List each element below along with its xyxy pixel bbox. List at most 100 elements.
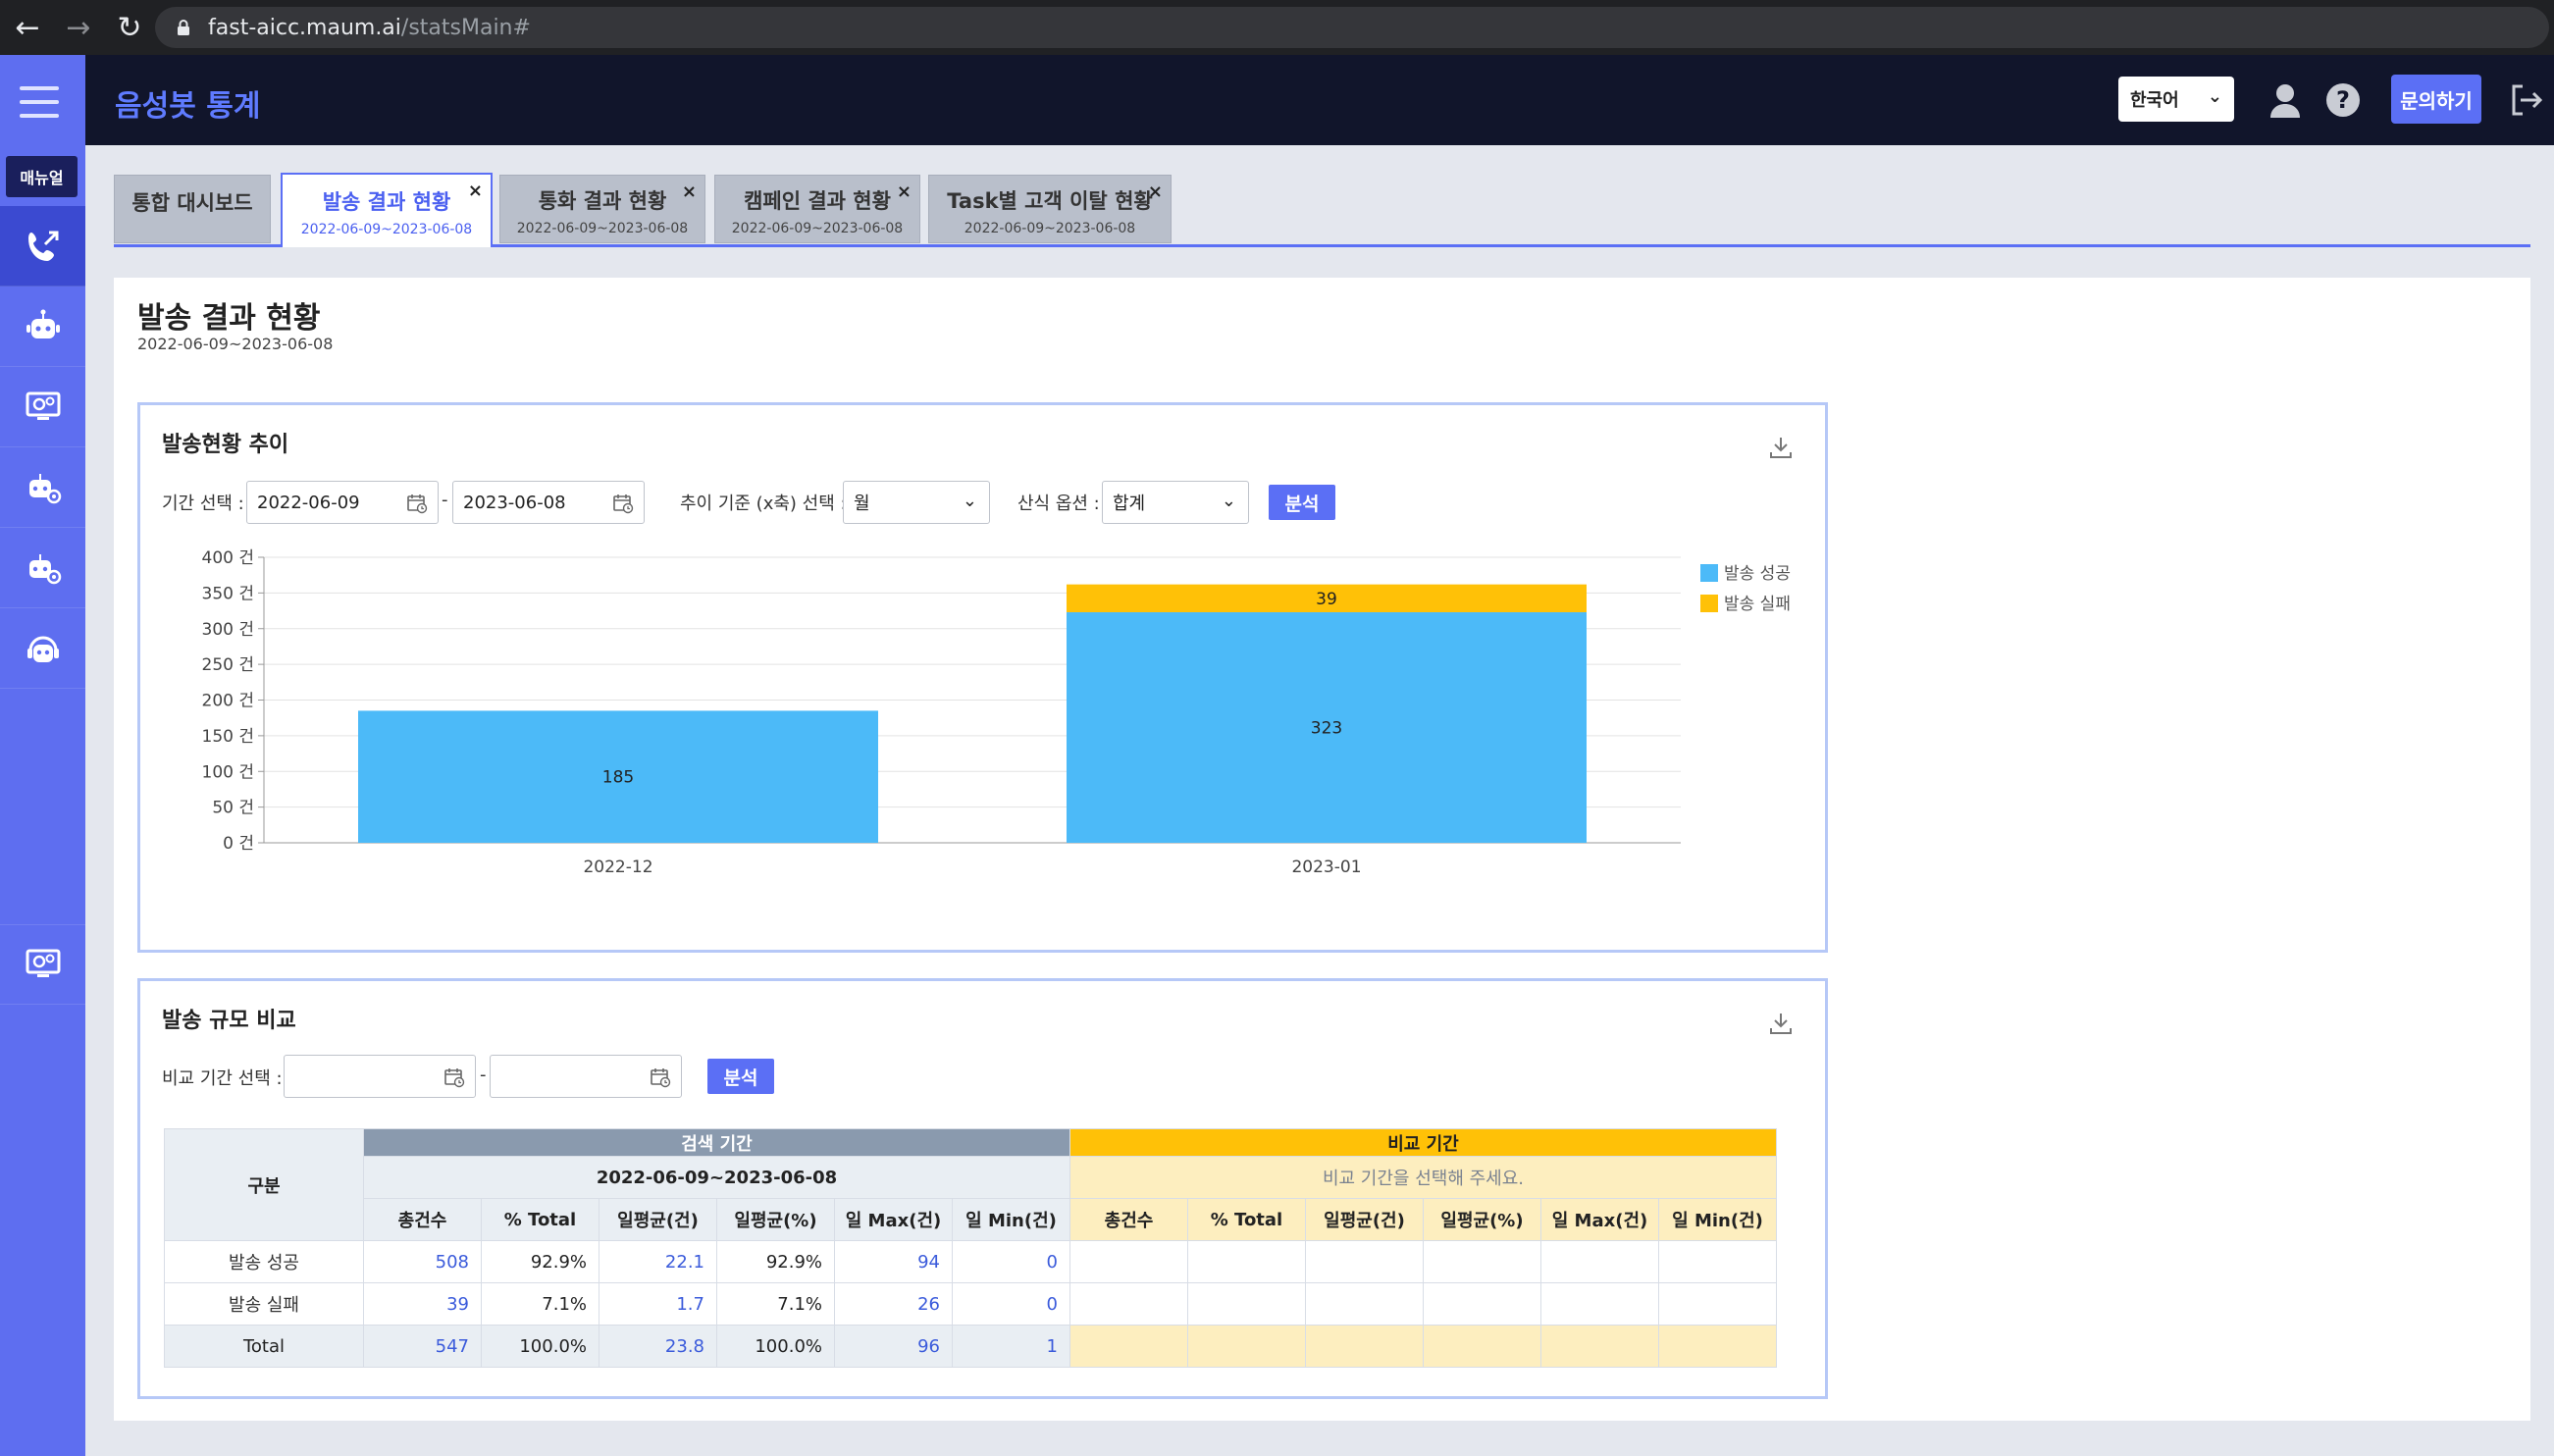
legend-label: 발송 실패	[1724, 595, 1791, 614]
row-label: 발송 실패	[164, 1282, 364, 1326]
tab-label: 통화 결과 현황	[538, 189, 667, 213]
manual-button[interactable]: 매뉴얼	[6, 156, 78, 197]
compare-cell	[1540, 1282, 1659, 1326]
tab-label: 통합 대시보드	[131, 191, 253, 215]
tab-campaign-result[interactable]: 캠페인 결과 현황 2022-06-09~2023-06-08 ×	[714, 175, 920, 243]
help-icon[interactable]: ?	[2323, 80, 2363, 120]
trend-card: 발송현황 추이 기간 선택 : 2022-06-09 - 2023-06-08 …	[137, 402, 1828, 953]
trend-bar-chart: 0 건 50 건 100 건 150 건 200 건 250 건 300 건 350 건 400…	[202, 548, 1791, 877]
column-header: 일평균(%)	[716, 1198, 835, 1241]
cell-value-link[interactable]: 94	[834, 1240, 953, 1283]
cell-value-link[interactable]: 508	[363, 1240, 482, 1283]
compare-analyze-button[interactable]: 분석	[707, 1059, 774, 1094]
compare-cell	[1069, 1282, 1188, 1326]
close-icon[interactable]: ×	[468, 181, 483, 201]
sidebar-item-call-stats[interactable]	[0, 206, 85, 286]
cell-value-link[interactable]: 1.7	[599, 1282, 717, 1326]
compare-cell	[1423, 1282, 1541, 1326]
tab-integrated-dashboard[interactable]: 통합 대시보드	[114, 175, 271, 243]
sidebar-item-bot-settings[interactable]	[0, 447, 85, 528]
tab-task-churn[interactable]: Task별 고객 이탈 현황 2022-06-09~2023-06-08 ×	[928, 175, 1172, 243]
app-title: 음성봇 통계	[115, 89, 261, 124]
sidebar-item-voicebot[interactable]	[0, 286, 85, 367]
compare-cell	[1423, 1240, 1541, 1283]
tab-date: 2022-06-09~2023-06-08	[300, 222, 473, 237]
sidebar-item-system[interactable]	[0, 924, 85, 1005]
compare-cell	[1658, 1325, 1777, 1368]
column-header: 총건수	[363, 1198, 482, 1241]
column-header: 일 Max(건)	[1540, 1198, 1659, 1241]
page-date-range: 2022-06-09~2023-06-08	[137, 335, 334, 353]
y-tick-label: 50 건	[212, 799, 254, 818]
page-title: 발송 결과 현황	[137, 301, 321, 336]
date-separator: -	[480, 1065, 487, 1085]
tab-label: Task별 고객 이탈 현황	[947, 189, 1153, 213]
compare-cell	[1305, 1325, 1424, 1368]
user-icon[interactable]	[2266, 80, 2305, 120]
cell-value-link[interactable]: 96	[834, 1325, 953, 1368]
compare-table: 구분 검색 기간 비교 기간 2022-06-09~2023-06-08 비교 …	[164, 1128, 1777, 1368]
legend-label: 발송 성공	[1724, 564, 1791, 584]
column-header: 일 Min(건)	[952, 1198, 1070, 1241]
cell-value-link[interactable]: 23.8	[599, 1325, 717, 1368]
column-header: 일평균(건)	[1305, 1198, 1424, 1241]
row-label: 발송 성공	[164, 1240, 364, 1283]
compare-cell	[1305, 1240, 1424, 1283]
logout-icon[interactable]	[2507, 80, 2546, 120]
sidebar-item-monitor[interactable]	[0, 367, 85, 447]
data-label: 39	[1316, 590, 1337, 609]
language-select[interactable]: 한국어 ⌄	[2118, 77, 2234, 122]
inquiry-button[interactable]: 문의하기	[2391, 75, 2481, 124]
calendar-icon[interactable]	[650, 1066, 671, 1088]
forward-button[interactable]: →	[55, 4, 102, 51]
browser-toolbar: ← → ↻ fast-aicc.maum.ai/statsMain#	[0, 0, 2554, 55]
monitor-gear-icon	[26, 949, 60, 977]
column-header: 일 Min(건)	[1658, 1198, 1777, 1241]
address-bar[interactable]: fast-aicc.maum.ai/statsMain#	[155, 7, 2549, 48]
language-value: 한국어	[2130, 90, 2179, 111]
y-tick-label: 250 건	[202, 655, 255, 675]
close-icon[interactable]: ×	[682, 182, 697, 202]
column-header: 총건수	[1069, 1198, 1188, 1241]
hamburger-menu-icon[interactable]	[20, 86, 59, 118]
compare-start-date-input[interactable]	[284, 1055, 476, 1098]
cell-value-link[interactable]: 547	[363, 1325, 482, 1368]
column-header: % Total	[481, 1198, 599, 1241]
sidebar-item-bot-gear[interactable]	[0, 528, 85, 608]
cell-value-link[interactable]: 0	[952, 1282, 1070, 1326]
sidebar-item-headset-bot[interactable]	[0, 608, 85, 689]
compare-card-title: 발송 규모 비교	[162, 1009, 296, 1033]
tab-call-result[interactable]: 통화 결과 현황 2022-06-09~2023-06-08 ×	[499, 175, 705, 243]
cell-value-link[interactable]: 1	[952, 1325, 1070, 1368]
table-row-total: Total 547 100.0% 23.8 100.0% 96 1	[164, 1325, 1777, 1368]
column-header: 일 Max(건)	[834, 1198, 953, 1241]
app-header: 음성봇 통계 한국어 ⌄ ? 문의하기	[85, 55, 2554, 145]
table-row: 발송 성공 508 92.9% 22.1 92.9% 94 0	[164, 1240, 1777, 1283]
compare-period-header: 비교 기간	[1069, 1128, 1777, 1157]
compare-end-date-input[interactable]	[490, 1055, 682, 1098]
site-info-icon[interactable]	[177, 19, 190, 36]
cell-value-link[interactable]: 0	[952, 1240, 1070, 1283]
close-icon[interactable]: ×	[897, 182, 912, 202]
cell-value: 100.0%	[716, 1325, 835, 1368]
search-period-range: 2022-06-09~2023-06-08	[363, 1156, 1070, 1199]
robot-icon	[26, 309, 60, 338]
tab-send-result[interactable]: 발송 결과 현황 2022-06-09~2023-06-08 ×	[281, 173, 493, 247]
column-header: 일평균(건)	[599, 1198, 717, 1241]
cell-value-link[interactable]: 39	[363, 1282, 482, 1326]
tab-date: 2022-06-09~2023-06-08	[964, 221, 1136, 236]
cell-value-link[interactable]: 22.1	[599, 1240, 717, 1283]
close-icon[interactable]: ×	[1148, 182, 1163, 202]
cell-value-link[interactable]: 26	[834, 1282, 953, 1326]
compare-cell	[1658, 1240, 1777, 1283]
reload-button[interactable]: ↻	[106, 4, 153, 51]
monitor-settings-icon	[26, 391, 60, 420]
tab-label: 발송 결과 현황	[322, 190, 451, 214]
download-icon[interactable]	[1768, 1011, 1794, 1040]
cell-value: 100.0%	[481, 1325, 599, 1368]
calendar-icon[interactable]	[443, 1066, 465, 1088]
cell-value: 7.1%	[481, 1282, 599, 1326]
back-button[interactable]: ←	[4, 4, 51, 51]
compare-cell	[1540, 1325, 1659, 1368]
y-tick-label: 0 건	[223, 834, 254, 854]
